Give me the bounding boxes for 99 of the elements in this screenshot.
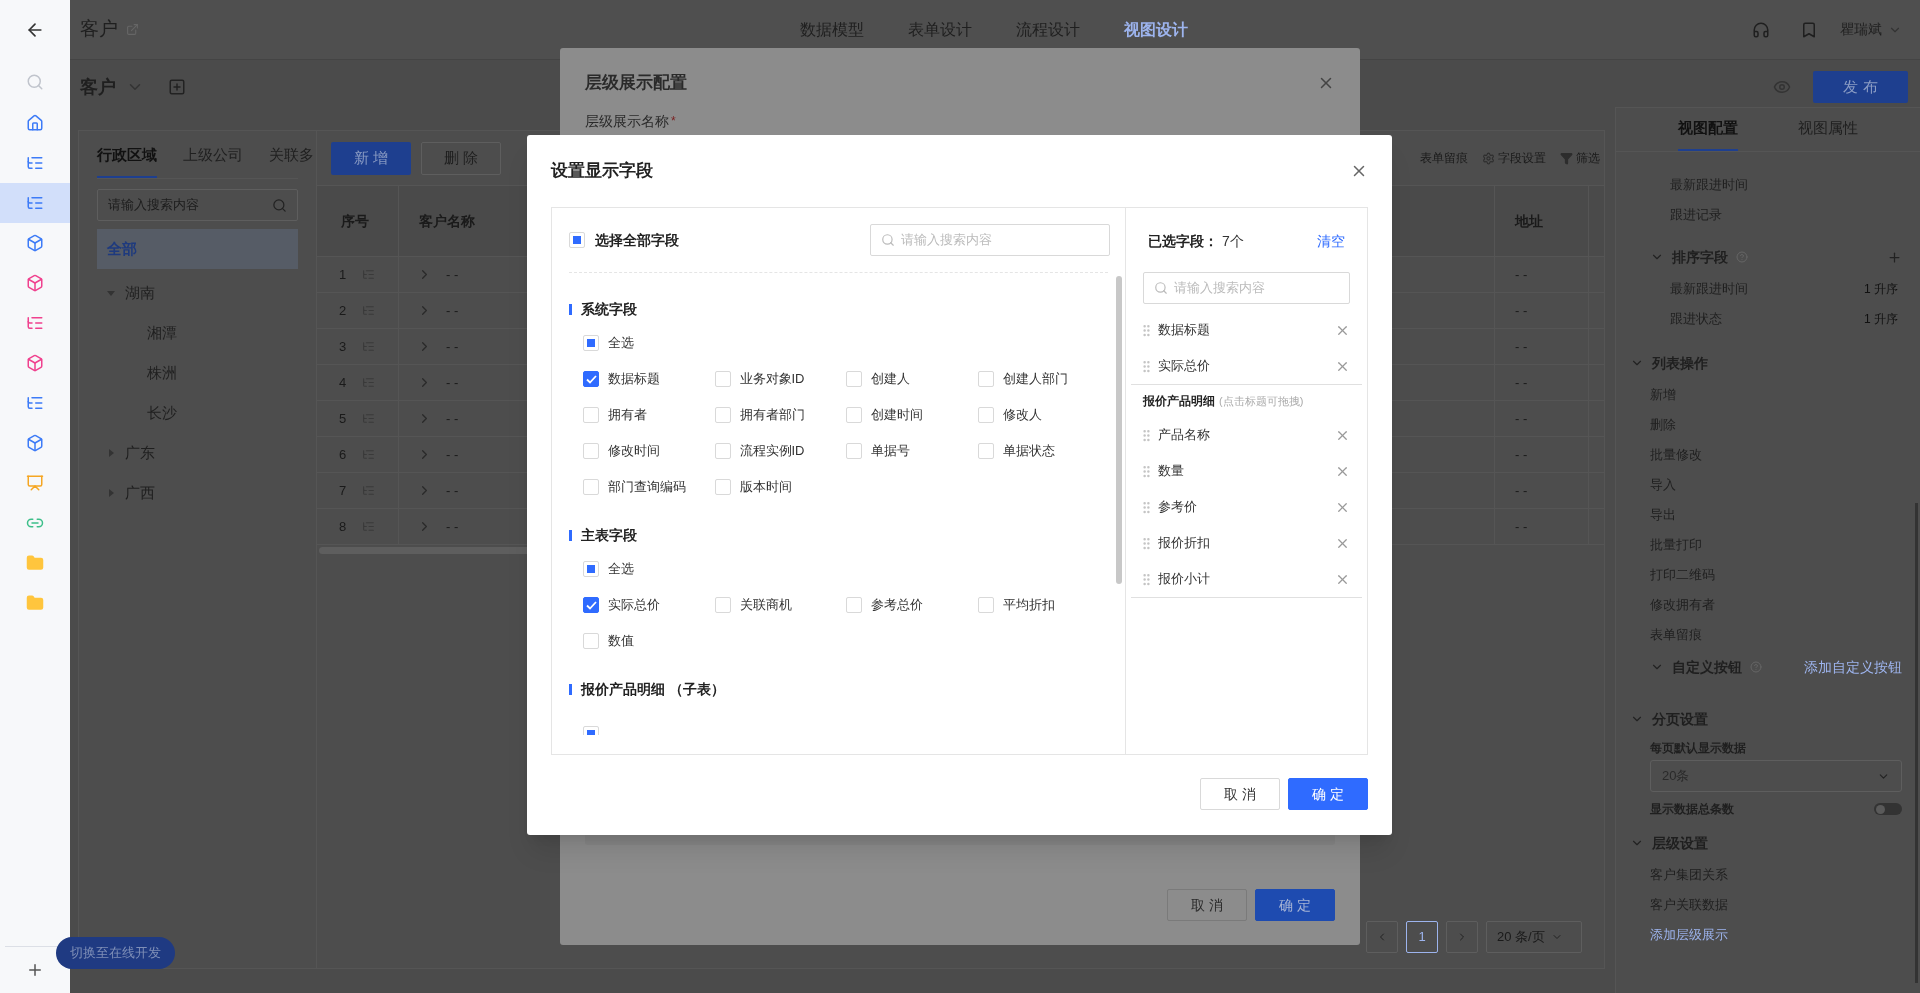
add-button[interactable]: 新 增 — [331, 141, 411, 175]
search-field[interactable]: 请输入搜索内容 — [870, 224, 1110, 256]
dialog-title: 层级展示配置 — [585, 72, 688, 95]
checkbox-label[interactable]: 创建人部门 — [1002, 369, 1068, 389]
checkbox-label[interactable]: 修改人 — [1002, 405, 1042, 425]
table-cell-text: - - — [1515, 409, 1528, 428]
caret-icon[interactable] — [107, 489, 115, 497]
checkbox-label[interactable]: 拥有者 — [608, 405, 647, 425]
group-title: 报价产品明细 — [1143, 393, 1215, 410]
checkbox-label[interactable]: 单据号 — [871, 441, 910, 461]
table-cell-text: - - — [446, 481, 459, 500]
select-all-checkbox[interactable] — [583, 335, 599, 351]
selected-count-label: 已选字段： — [1148, 231, 1218, 251]
select-all-checkbox[interactable] — [569, 232, 585, 248]
previous-page-icon[interactable] — [1366, 921, 1398, 953]
selected-field: 产品名称 — [1158, 425, 1331, 445]
switch-mode-button[interactable]: 切换至在线开发 — [56, 937, 175, 969]
drag-hint: (点击标题可拖拽) — [1219, 393, 1304, 409]
group-title: 主表字段 — [581, 525, 637, 545]
table-cell-text: - - — [446, 373, 459, 392]
add-icon[interactable] — [168, 78, 186, 96]
group-title: 系统字段 — [581, 299, 637, 319]
caret-icon[interactable] — [107, 289, 115, 297]
group-title: 报价产品明细 （子表） — [581, 679, 725, 699]
selected-field: 数据标题 — [1158, 320, 1331, 340]
select-all-checkbox[interactable] — [583, 561, 599, 577]
checkbox-label[interactable]: 平均折扣 — [1002, 595, 1055, 615]
toggle-switch[interactable] — [1874, 803, 1902, 815]
checkbox-label[interactable]: 选择全部字段 — [595, 229, 679, 251]
checkbox-label[interactable]: 关联商机 — [739, 595, 792, 615]
table-cell-text: - - — [1515, 481, 1528, 500]
checkbox-label[interactable]: 全选 — [608, 559, 634, 579]
checkbox-label[interactable]: 实际总价 — [608, 595, 660, 615]
search-icon — [272, 197, 287, 213]
cancel-button[interactable]: 取 消 — [1167, 889, 1247, 921]
search-icon — [881, 233, 895, 247]
selected-field: 参考价 — [1158, 497, 1331, 517]
table-cell-text: - - — [446, 409, 459, 428]
publish-button[interactable]: 发 布 — [1813, 71, 1908, 103]
panel-tab[interactable]: 视图配置 — [1678, 116, 1738, 151]
checkbox-label[interactable]: 业务对象ID — [739, 369, 805, 389]
search-icon — [1154, 281, 1168, 295]
selected-field: 实际总价 — [1158, 356, 1331, 376]
table-cell-text: - - — [1515, 373, 1528, 392]
table-cell-text: - - — [1515, 337, 1528, 356]
checkbox-label[interactable]: 创建人 — [871, 369, 910, 389]
settings-icon — [1482, 151, 1495, 165]
checkbox-label[interactable]: 版本时间 — [739, 477, 792, 497]
add-icon[interactable] — [1887, 249, 1902, 265]
page-button[interactable]: 1 — [1406, 921, 1438, 953]
document-icon[interactable] — [1800, 20, 1818, 39]
table-cell-text: - - — [446, 445, 459, 464]
table-cell-text: - - — [446, 517, 459, 536]
checkbox-label[interactable]: 全选 — [608, 333, 634, 353]
preview-icon[interactable] — [1773, 78, 1791, 96]
sort-order[interactable]: 1 升序 — [1864, 280, 1898, 298]
support-icon[interactable] — [1752, 20, 1770, 39]
add-hierarchy-link[interactable]: 添加层级展示 — [1650, 925, 1728, 945]
required-mark: * — [671, 113, 676, 130]
confirm-button[interactable]: 确 定 — [1255, 889, 1335, 921]
panel-tab[interactable]: 行政区域 — [97, 143, 157, 178]
selected-field: 报价折扣 — [1158, 533, 1331, 553]
selected-count: 7个 — [1222, 231, 1244, 251]
cancel-button[interactable]: 取 消 — [1200, 778, 1280, 810]
table-cell-text: - - — [1515, 517, 1528, 536]
checkbox-label[interactable]: 部门查询编码 — [608, 477, 686, 497]
sidebar-item[interactable] — [0, 183, 70, 223]
checkbox-label[interactable]: 数据标题 — [608, 369, 660, 389]
selected-field: 数量 — [1158, 461, 1331, 481]
nav-tab[interactable]: 视图设计 — [1124, 17, 1188, 42]
next-page-icon[interactable] — [1446, 921, 1478, 953]
table-cell-text: - - — [446, 265, 459, 284]
checkbox-label[interactable]: 创建时间 — [871, 405, 923, 425]
dialog-title: 设置显示字段 — [551, 160, 654, 183]
table-cell-text: - - — [446, 301, 459, 320]
field-label: 层级展示名称 — [585, 111, 669, 131]
checkbox-label[interactable]: 参考总价 — [871, 595, 923, 615]
checkbox[interactable] — [583, 597, 599, 613]
sort-order[interactable]: 1 升序 — [1864, 310, 1898, 328]
filter-icon — [1560, 151, 1573, 165]
checkbox[interactable] — [583, 371, 599, 387]
search-field[interactable]: 请输入搜索内容 — [1143, 272, 1350, 304]
caret-icon[interactable] — [107, 449, 115, 457]
selected-field: 报价小计 — [1158, 569, 1331, 589]
checkbox-label[interactable]: 拥有者部门 — [739, 405, 805, 425]
tree-item[interactable]: 全部 — [97, 229, 298, 269]
table-cell-text: - - — [446, 337, 459, 356]
search-icon[interactable] — [26, 73, 44, 91]
table-cell-text: - - — [1515, 445, 1528, 464]
clear-link[interactable]: 清空 — [1317, 230, 1345, 252]
checkbox-label[interactable]: 数值 — [608, 631, 634, 651]
add-custom-button-link[interactable]: 添加自定义按钮 — [1804, 656, 1902, 678]
table-cell-text: - - — [1515, 265, 1528, 284]
checkbox-label[interactable]: 单据状态 — [1002, 441, 1055, 461]
table-cell-text: - - — [1515, 301, 1528, 320]
checkbox-label[interactable]: 修改时间 — [608, 441, 660, 461]
add-icon[interactable] — [26, 961, 44, 979]
checkbox-label[interactable]: 流程实例ID — [739, 441, 805, 461]
confirm-button[interactable]: 确 定 — [1288, 778, 1368, 810]
